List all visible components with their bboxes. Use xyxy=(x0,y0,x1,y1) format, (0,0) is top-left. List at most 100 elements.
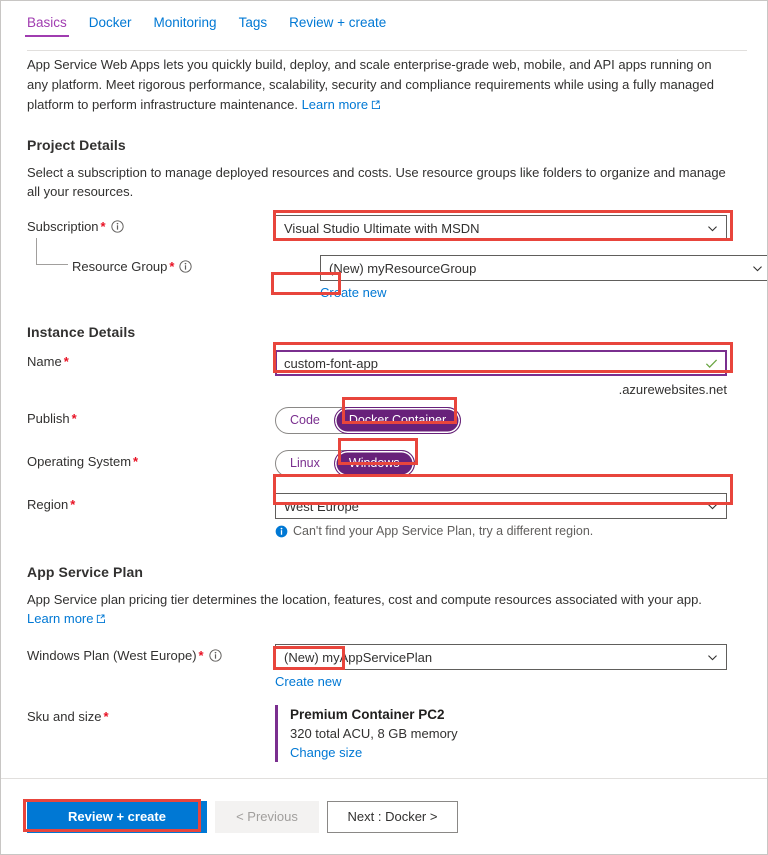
chevron-down-icon xyxy=(707,223,718,234)
info-icon[interactable] xyxy=(110,220,124,233)
app-service-plan-description-text: App Service plan pricing tier determines… xyxy=(27,592,702,607)
resource-group-select[interactable]: (New) myResourceGroup xyxy=(320,255,767,281)
operating-system-row: Operating System * Linux Windows xyxy=(27,450,747,477)
tab-review-create[interactable]: Review + create xyxy=(289,14,387,38)
region-label-text: Region xyxy=(27,497,69,512)
app-service-plan-learn-more-link[interactable]: Learn more xyxy=(27,611,106,626)
name-input[interactable]: custom-font-app xyxy=(275,350,727,376)
next-docker-button[interactable]: Next : Docker > xyxy=(327,800,458,833)
publish-field: Code Docker Container xyxy=(275,407,747,434)
windows-plan-select[interactable]: (New) myAppServicePlan xyxy=(275,644,727,670)
subscription-field: Visual Studio Ultimate with MSDN xyxy=(275,215,747,241)
windows-plan-row: Windows Plan (West Europe) * (New) myAppS… xyxy=(27,644,747,689)
wizard-footer: Review + create < Previous Next : Docker… xyxy=(1,779,767,854)
subscription-value: Visual Studio Ultimate with MSDN xyxy=(284,220,480,236)
app-service-plan-learn-more-label: Learn more xyxy=(27,611,94,626)
sku-title: Premium Container PC2 xyxy=(290,707,445,722)
name-required-marker: * xyxy=(63,354,69,369)
region-hint-text: Can't find your App Service Plan, try a … xyxy=(293,524,594,538)
blade-content: App Service Web Apps lets you quickly bu… xyxy=(1,55,767,762)
external-link-icon xyxy=(371,100,381,109)
tab-docker[interactable]: Docker xyxy=(89,15,132,38)
sku-and-size-row: Sku and size * Premium Container PC2 320 … xyxy=(27,705,747,762)
wizard-tabstrip: Basics Docker Monitoring Tags Review + c… xyxy=(1,1,767,37)
windows-plan-create-new-link[interactable]: Create new xyxy=(275,674,341,689)
operating-system-label: Operating System * xyxy=(27,450,275,469)
info-filled-icon xyxy=(275,525,288,538)
name-field: custom-font-app .azurewebsites.net xyxy=(275,350,747,397)
instance-details-heading: Instance Details xyxy=(27,324,136,340)
tab-basics[interactable]: Basics xyxy=(25,14,69,38)
os-option-linux[interactable]: Linux xyxy=(276,451,334,476)
intro-learn-more-link[interactable]: Learn more xyxy=(301,97,381,112)
resource-group-label-text: Resource Group xyxy=(72,259,168,274)
resource-group-value: (New) myResourceGroup xyxy=(329,260,477,276)
chevron-down-icon xyxy=(752,263,763,274)
tab-tags[interactable]: Tags xyxy=(238,14,268,38)
sku-and-size-field: Premium Container PC2 320 total ACU, 8 G… xyxy=(275,705,747,762)
project-details-description: Select a subscription to manage deployed… xyxy=(27,165,726,199)
operating-system-required-marker: * xyxy=(133,454,139,469)
subscription-row: Subscription * Visual Studio Ultimate wit… xyxy=(27,215,747,241)
os-option-linux-label: Linux xyxy=(290,456,320,471)
tab-review-create-label: Review + create xyxy=(289,14,387,30)
tab-monitoring-label: Monitoring xyxy=(153,14,217,30)
publish-option-code[interactable]: Code xyxy=(276,408,334,433)
publish-option-code-label: Code xyxy=(290,413,320,428)
tabstrip-divider xyxy=(27,50,747,51)
external-link-icon xyxy=(96,614,106,623)
subscription-select[interactable]: Visual Studio Ultimate with MSDN xyxy=(275,215,727,241)
publish-row: Publish * Code Docker Container xyxy=(27,407,747,434)
tab-monitoring[interactable]: Monitoring xyxy=(153,14,217,38)
publish-required-marker: * xyxy=(71,411,77,426)
subscription-label-text: Subscription xyxy=(27,219,99,234)
chevron-down-icon xyxy=(707,652,718,663)
publish-option-docker-container[interactable]: Docker Container xyxy=(333,407,462,434)
name-value: custom-font-app xyxy=(284,355,378,371)
windows-plan-label: Windows Plan (West Europe) * xyxy=(27,644,275,663)
resource-group-row: Resource Group * (New) myResourceGroup Cr… xyxy=(27,238,767,300)
info-icon[interactable] xyxy=(208,649,222,662)
windows-plan-field: (New) myAppServicePlan Create new xyxy=(275,644,747,689)
resource-group-required-marker: * xyxy=(169,259,175,274)
region-required-marker: * xyxy=(70,497,76,512)
operating-system-toggle-group: Linux Windows xyxy=(275,450,415,477)
os-option-windows[interactable]: Windows xyxy=(333,450,415,477)
region-select[interactable]: West Europe xyxy=(275,493,727,519)
change-size-link[interactable]: Change size xyxy=(290,745,362,760)
subscription-label: Subscription * xyxy=(27,215,275,234)
region-hint: Can't find your App Service Plan, try a … xyxy=(275,524,747,538)
resource-group-label: Resource Group * xyxy=(27,238,320,274)
sku-subtitle: 320 total ACU, 8 GB memory xyxy=(290,726,458,741)
sku-required-marker: * xyxy=(103,709,109,724)
tab-basics-label: Basics xyxy=(27,14,67,30)
windows-plan-label-text: Windows Plan (West Europe) xyxy=(27,648,197,663)
resource-group-field: (New) myResourceGroup Create new xyxy=(320,255,767,300)
os-option-windows-label: Windows xyxy=(348,456,400,471)
windows-plan-value: (New) myAppServicePlan xyxy=(284,649,433,665)
info-icon[interactable] xyxy=(179,260,193,273)
create-web-app-blade: Basics Docker Monitoring Tags Review + c… xyxy=(0,0,768,855)
name-label: Name * xyxy=(27,350,275,369)
publish-option-docker-container-label: Docker Container xyxy=(348,413,447,428)
intro-learn-more-label: Learn more xyxy=(301,97,369,112)
sku-card: Premium Container PC2 320 total ACU, 8 G… xyxy=(275,705,747,762)
intro-paragraph: App Service Web Apps lets you quickly bu… xyxy=(27,55,733,115)
app-service-plan-heading: App Service Plan xyxy=(27,564,143,580)
region-row: Region * West Europe Can't find your App … xyxy=(27,493,747,538)
sku-and-size-label: Sku and size * xyxy=(27,705,275,724)
operating-system-field: Linux Windows xyxy=(275,450,747,477)
operating-system-label-text: Operating System xyxy=(27,454,132,469)
name-suffix: .azurewebsites.net xyxy=(618,382,727,397)
sku-and-size-label-text: Sku and size xyxy=(27,709,102,724)
publish-label: Publish * xyxy=(27,407,275,426)
tree-connector-line xyxy=(36,238,68,265)
name-row: Name * custom-font-app .azurewebsites.net xyxy=(27,350,747,397)
previous-button: < Previous xyxy=(215,800,319,833)
name-label-text: Name xyxy=(27,354,62,369)
region-label: Region * xyxy=(27,493,275,512)
resource-group-create-new-link[interactable]: Create new xyxy=(320,285,386,300)
windows-plan-required-marker: * xyxy=(198,648,204,663)
tab-tags-label: Tags xyxy=(238,14,268,30)
review-create-button[interactable]: Review + create xyxy=(27,800,207,833)
